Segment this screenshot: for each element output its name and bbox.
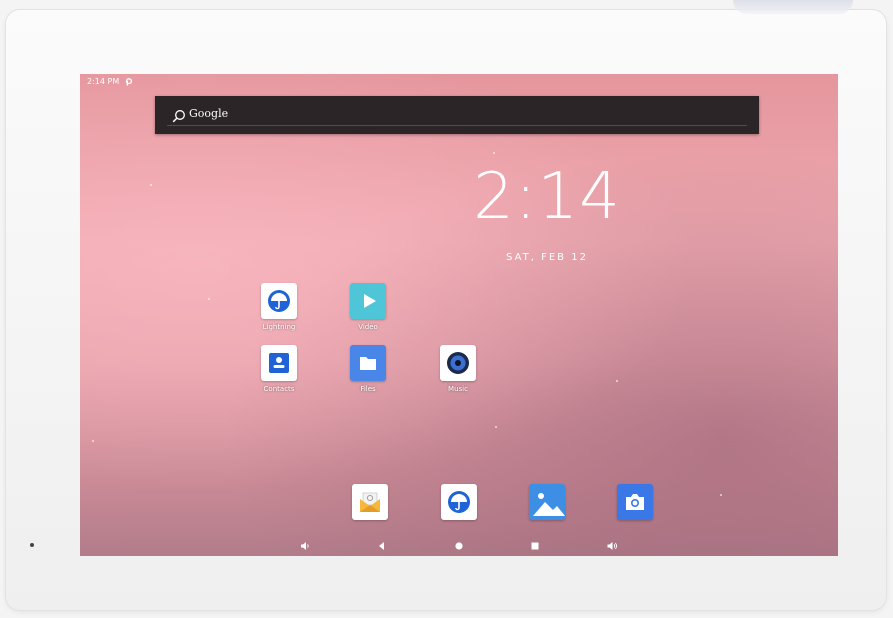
gallery-icon [529, 484, 565, 520]
wallpaper-star [493, 152, 495, 154]
app-label: Files [360, 385, 376, 393]
app-label: Video [358, 323, 378, 331]
folder-icon [350, 345, 386, 381]
play-icon [350, 283, 386, 319]
google-search-bar[interactable]: Google [155, 96, 759, 134]
device-camera-dot [30, 543, 34, 547]
search-icon [172, 108, 186, 123]
wallpaper-star [208, 298, 210, 300]
wallpaper-star [495, 426, 497, 428]
music-icon [440, 345, 476, 381]
app-label: Lightning [262, 323, 296, 331]
dock-browser[interactable] [424, 484, 494, 520]
wallpaper-star [92, 440, 94, 442]
dock-email[interactable] [335, 484, 405, 520]
navigation-bar [80, 530, 838, 556]
clock-time[interactable]: 2:14 [472, 160, 622, 234]
dock-camera[interactable] [600, 484, 670, 520]
recents-icon[interactable] [529, 537, 541, 550]
app-label: Contacts [263, 385, 295, 393]
clock-date: SAT, FEB 12 [506, 252, 588, 263]
back-icon[interactable] [376, 537, 388, 550]
home-icon[interactable] [453, 537, 465, 550]
wallpaper-star [616, 380, 618, 382]
email-icon [352, 484, 388, 520]
device-top-edge [733, 0, 853, 14]
search-label: Google [189, 107, 229, 120]
app-lightning[interactable]: Lightning [244, 283, 314, 331]
contacts-icon [261, 345, 297, 381]
app-music[interactable]: Music [423, 345, 493, 393]
status-time: 2:14 PM [87, 77, 120, 86]
volume-down-icon[interactable] [299, 537, 311, 550]
p-icon [125, 78, 133, 86]
home-screen: 2:14 PM Google 2:14 SAT, FEB 12 Lightnin… [80, 74, 838, 556]
camera-icon [617, 484, 653, 520]
umbrella-icon [441, 484, 477, 520]
search-underline [167, 125, 747, 126]
app-label: Music [448, 385, 468, 393]
dock-gallery[interactable] [512, 484, 582, 520]
app-contacts[interactable]: Contacts [244, 345, 314, 393]
volume-up-icon[interactable] [606, 537, 618, 550]
umbrella-icon [261, 283, 297, 319]
app-video[interactable]: Video [333, 283, 403, 331]
wallpaper-star [720, 494, 722, 496]
status-bar: 2:14 PM [80, 74, 838, 90]
wallpaper-star [150, 184, 152, 186]
app-files[interactable]: Files [333, 345, 403, 393]
